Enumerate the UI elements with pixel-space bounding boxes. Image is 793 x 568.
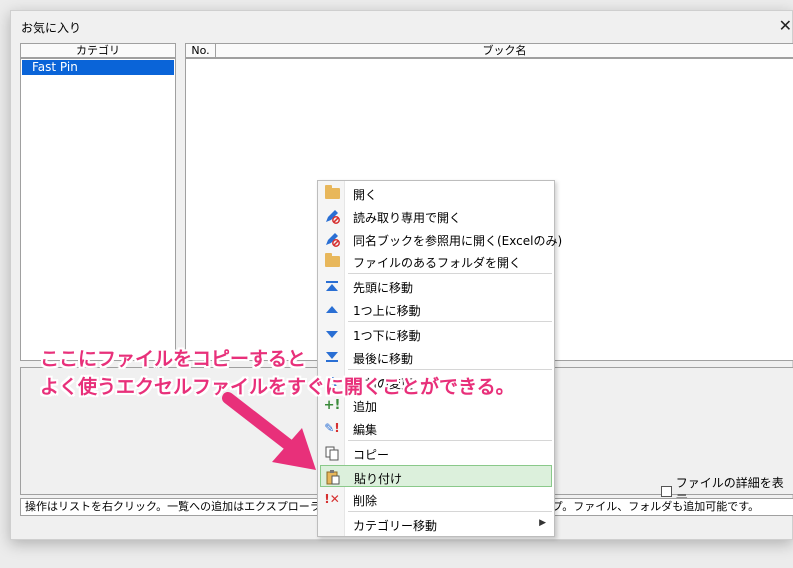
- checkbox-box[interactable]: [661, 485, 672, 497]
- menu-item-paste[interactable]: 貼り付け: [320, 465, 552, 487]
- column-header-book-name[interactable]: ブック名: [216, 43, 793, 58]
- menu-item-label: 開く: [353, 188, 378, 202]
- menu-item-move-down[interactable]: 1つ下に移動: [320, 323, 552, 345]
- menu-item-edit[interactable]: ✎! 編集: [320, 417, 552, 439]
- folder-open-icon: [324, 184, 340, 201]
- close-icon[interactable]: ✕: [779, 16, 792, 35]
- menu-item-open-readonly[interactable]: 読み取り専用で開く: [320, 205, 552, 227]
- menu-item-open-reference[interactable]: 同名ブックを参照用に開く(Excelのみ): [320, 228, 562, 250]
- context-menu: 開く 読み取り専用で開く 同名ブックを参照用に開く(Excelのみ) ファイルの…: [317, 180, 562, 537]
- menu-item-move-up[interactable]: 1つ上に移動: [320, 298, 552, 320]
- menu-item-copy[interactable]: コピー: [320, 442, 552, 464]
- menu-item-label: 削除: [353, 494, 378, 508]
- menu-item-label: ファイルのあるフォルダを開く: [353, 256, 522, 270]
- category-list[interactable]: Fast Pin: [20, 58, 176, 361]
- menu-item-label: 読み取り専用で開く: [353, 211, 462, 225]
- menu-item-label: 最後に移動: [353, 352, 414, 366]
- menu-item-label: 先頭に移動: [353, 281, 414, 295]
- title-bar: お気に入り ✕: [11, 11, 792, 41]
- menu-item-delete[interactable]: !✕ 削除: [320, 488, 552, 510]
- menu-item-label: 1つ上に移動: [353, 304, 421, 318]
- menu-item-move-category[interactable]: カテゴリー移動 ▶: [320, 513, 552, 535]
- folder-open-icon: [324, 252, 340, 269]
- move-down-icon: [324, 326, 340, 342]
- annotation-line-1: ここにファイルをコピーすると: [40, 348, 307, 370]
- menu-separator: [348, 273, 552, 274]
- menu-item-label: 追加: [353, 400, 378, 414]
- menu-item-label: 貼り付け: [354, 472, 403, 486]
- menu-item-label: 1つ下に移動: [353, 329, 421, 343]
- delete-icon: !✕: [324, 492, 340, 506]
- menu-item-open-folder[interactable]: ファイルのあるフォルダを開く: [320, 250, 552, 272]
- move-up-icon: [324, 301, 340, 317]
- menu-separator: [348, 321, 552, 322]
- move-bottom-icon: [324, 349, 340, 365]
- category-item-fast-pin[interactable]: Fast Pin: [22, 60, 174, 75]
- pencil-prohibited-icon: [324, 208, 340, 224]
- menu-separator: [348, 440, 552, 441]
- menu-item-label: カテゴリー移動: [353, 519, 438, 533]
- submenu-arrow-icon: ▶: [539, 518, 546, 528]
- category-column-header[interactable]: カテゴリ: [20, 43, 176, 58]
- menu-item-open[interactable]: 開く: [320, 182, 552, 204]
- window-title: お気に入り: [21, 21, 82, 35]
- menu-item-move-top[interactable]: 先頭に移動: [320, 275, 552, 297]
- menu-item-label: 同名ブックを参照用に開く(Excelのみ): [353, 234, 563, 248]
- menu-item-label: コピー: [353, 448, 390, 462]
- move-top-icon: [324, 278, 340, 294]
- pencil-prohibited-icon: [324, 231, 340, 247]
- menu-item-label: 編集: [353, 423, 378, 437]
- annotation-arrow-icon: [222, 392, 316, 470]
- menu-separator: [348, 369, 552, 370]
- column-header-no[interactable]: No.: [185, 43, 216, 58]
- menu-separator: [348, 511, 552, 512]
- menu-item-move-bottom[interactable]: 最後に移動: [320, 346, 552, 368]
